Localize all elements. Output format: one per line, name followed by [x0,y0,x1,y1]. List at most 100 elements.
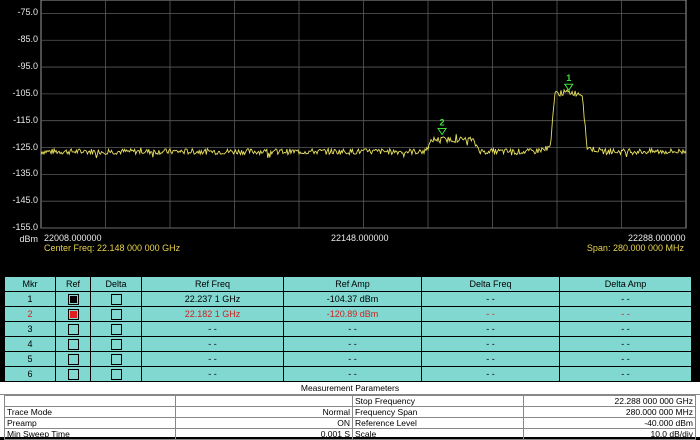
delta-freq-cell: - - [421,336,560,352]
params-row: Trace Mode Normal Frequency Span 280.000… [4,406,696,418]
y-tick-label: -105.0 [12,87,38,98]
y-tick-label: -145.0 [12,195,38,206]
y-tick-label: -75.0 [17,7,38,18]
ref-amp-cell: - - [283,351,422,367]
y-tick-label: -115.0 [13,114,38,125]
x-tick-stop: 22288.000000 [628,233,686,243]
delta-amp-cell: - - [559,291,692,307]
marker-panel: Mkr Ref Delta Ref Freq Ref Amp Delta Fre… [0,272,700,382]
ref-amp-cell: - - [283,366,422,382]
ref-amp-cell: - - [283,336,422,352]
param-value: 10.0 dB/div [523,428,696,440]
param-label: Preamp [4,417,176,429]
marker-1-triangle [563,83,574,92]
param-label: Reference Level [352,417,524,429]
ref-freq-cell: - - [141,321,284,337]
param-label [4,395,176,407]
ref-freq-cell: - - [141,351,284,367]
params-title: Measurement Parameters [0,382,700,395]
param-value: 22.288 000 000 GHz [523,395,696,407]
param-value [175,395,353,407]
col-delta: Delta [90,276,142,292]
marker-1-label: 1 [566,73,571,83]
y-tick-label: -95.0 [17,61,38,72]
measurement-parameters-panel: Measurement Parameters Stop Frequency 22… [0,382,700,440]
y-tick-label: -85.0 [17,34,38,45]
ref-checkbox[interactable] [67,368,79,380]
delta-checkbox[interactable] [110,293,122,305]
params-row: Preamp ON Reference Level -40.000 dBm [4,417,696,429]
mkr-number: 2 [4,306,56,322]
param-label: Scale [352,428,524,440]
mkr-number: 3 [4,321,56,337]
y-tick-label: -155.0 [12,222,38,232]
ref-checkbox[interactable] [67,353,79,365]
y-tick-label: -135.0 [12,168,38,179]
span-readout: Span: 280.000 000 MHz [586,243,684,253]
x-tick-start: 22008.000000 [44,233,102,243]
delta-checkbox[interactable] [110,308,122,320]
marker-row[interactable]: 5 - - - - - - - - [4,351,692,367]
col-ref-freq: Ref Freq [141,276,284,292]
ref-amp-cell: -104.37 dBm [283,291,422,307]
col-delta-freq: Delta Freq [421,276,560,292]
y-tick-label: -125.0 [12,141,38,152]
mkr-number: 5 [4,351,56,367]
spectrum-svg: 12 [40,0,687,229]
mkr-number: 6 [4,366,56,382]
ref-amp-cell: - - [283,321,422,337]
param-label: Stop Frequency [352,395,524,407]
params-table: Stop Frequency 22.288 000 000 GHz Trace … [4,395,696,440]
delta-amp-cell: - - [559,366,692,382]
ref-freq-cell: - - [141,336,284,352]
marker-2-label: 2 [440,118,445,128]
delta-checkbox[interactable] [110,368,122,380]
ref-checkbox[interactable] [67,308,79,320]
delta-freq-cell: - - [421,291,560,307]
center-freq-readout: Center Freq: 22.148 000 000 GHz [44,243,181,253]
col-ref: Ref [55,276,91,292]
marker-row[interactable]: 1 22.237 1 GHz -104.37 dBm - - - - [4,291,692,307]
delta-checkbox[interactable] [110,353,122,365]
delta-amp-cell: - - [559,321,692,337]
ref-freq-cell: 22.237 1 GHz [141,291,284,307]
marker-2-triangle [437,128,447,136]
delta-checkbox[interactable] [110,338,122,350]
mkr-number: 4 [4,336,56,352]
marker-row[interactable]: 6 - - - - - - - - [4,366,692,382]
param-value: 280.000 000 MHz [523,406,696,418]
ref-freq-cell: - - [141,366,284,382]
marker-row[interactable]: 2 22.182 1 GHz -120.89 dBm - - - - [4,306,692,322]
ref-checkbox[interactable] [67,293,79,305]
spectrum-plot[interactable]: 12 -75.0 -85.0 -95.0 -105.0 -115.0 -125.0 -135… [0,0,700,272]
mkr-number: 1 [4,291,56,307]
param-label: Frequency Span [352,406,524,418]
delta-amp-cell: - - [559,336,692,352]
marker-row[interactable]: 4 - - - - - - - - [4,336,692,352]
params-row: Min Sweep Time 0.001 S Scale 10.0 dB/div [4,428,696,440]
param-value: Normal [175,406,353,418]
delta-amp-cell: - - [559,306,692,322]
x-tick-center: 22148.000000 [331,233,389,243]
delta-freq-cell: - - [421,321,560,337]
col-ref-amp: Ref Amp [283,276,422,292]
params-row: Stop Frequency 22.288 000 000 GHz [4,395,696,407]
y-axis-unit: dBm [19,234,38,244]
marker-table: Mkr Ref Delta Ref Freq Ref Amp Delta Fre… [4,276,692,382]
param-label: Trace Mode [4,406,176,418]
col-mkr: Mkr [4,276,56,292]
ref-checkbox[interactable] [67,323,79,335]
ref-amp-cell: -120.89 dBm [283,306,422,322]
col-delta-amp: Delta Amp [559,276,692,292]
param-value: 0.001 S [175,428,353,440]
param-label: Min Sweep Time [4,428,176,440]
delta-freq-cell: - - [421,366,560,382]
ref-checkbox[interactable] [67,338,79,350]
delta-freq-cell: - - [421,306,560,322]
ref-freq-cell: 22.182 1 GHz [141,306,284,322]
delta-checkbox[interactable] [110,323,122,335]
delta-freq-cell: - - [421,351,560,367]
param-value: -40.000 dBm [523,417,696,429]
param-value: ON [175,417,353,429]
marker-row[interactable]: 3 - - - - - - - - [4,321,692,337]
